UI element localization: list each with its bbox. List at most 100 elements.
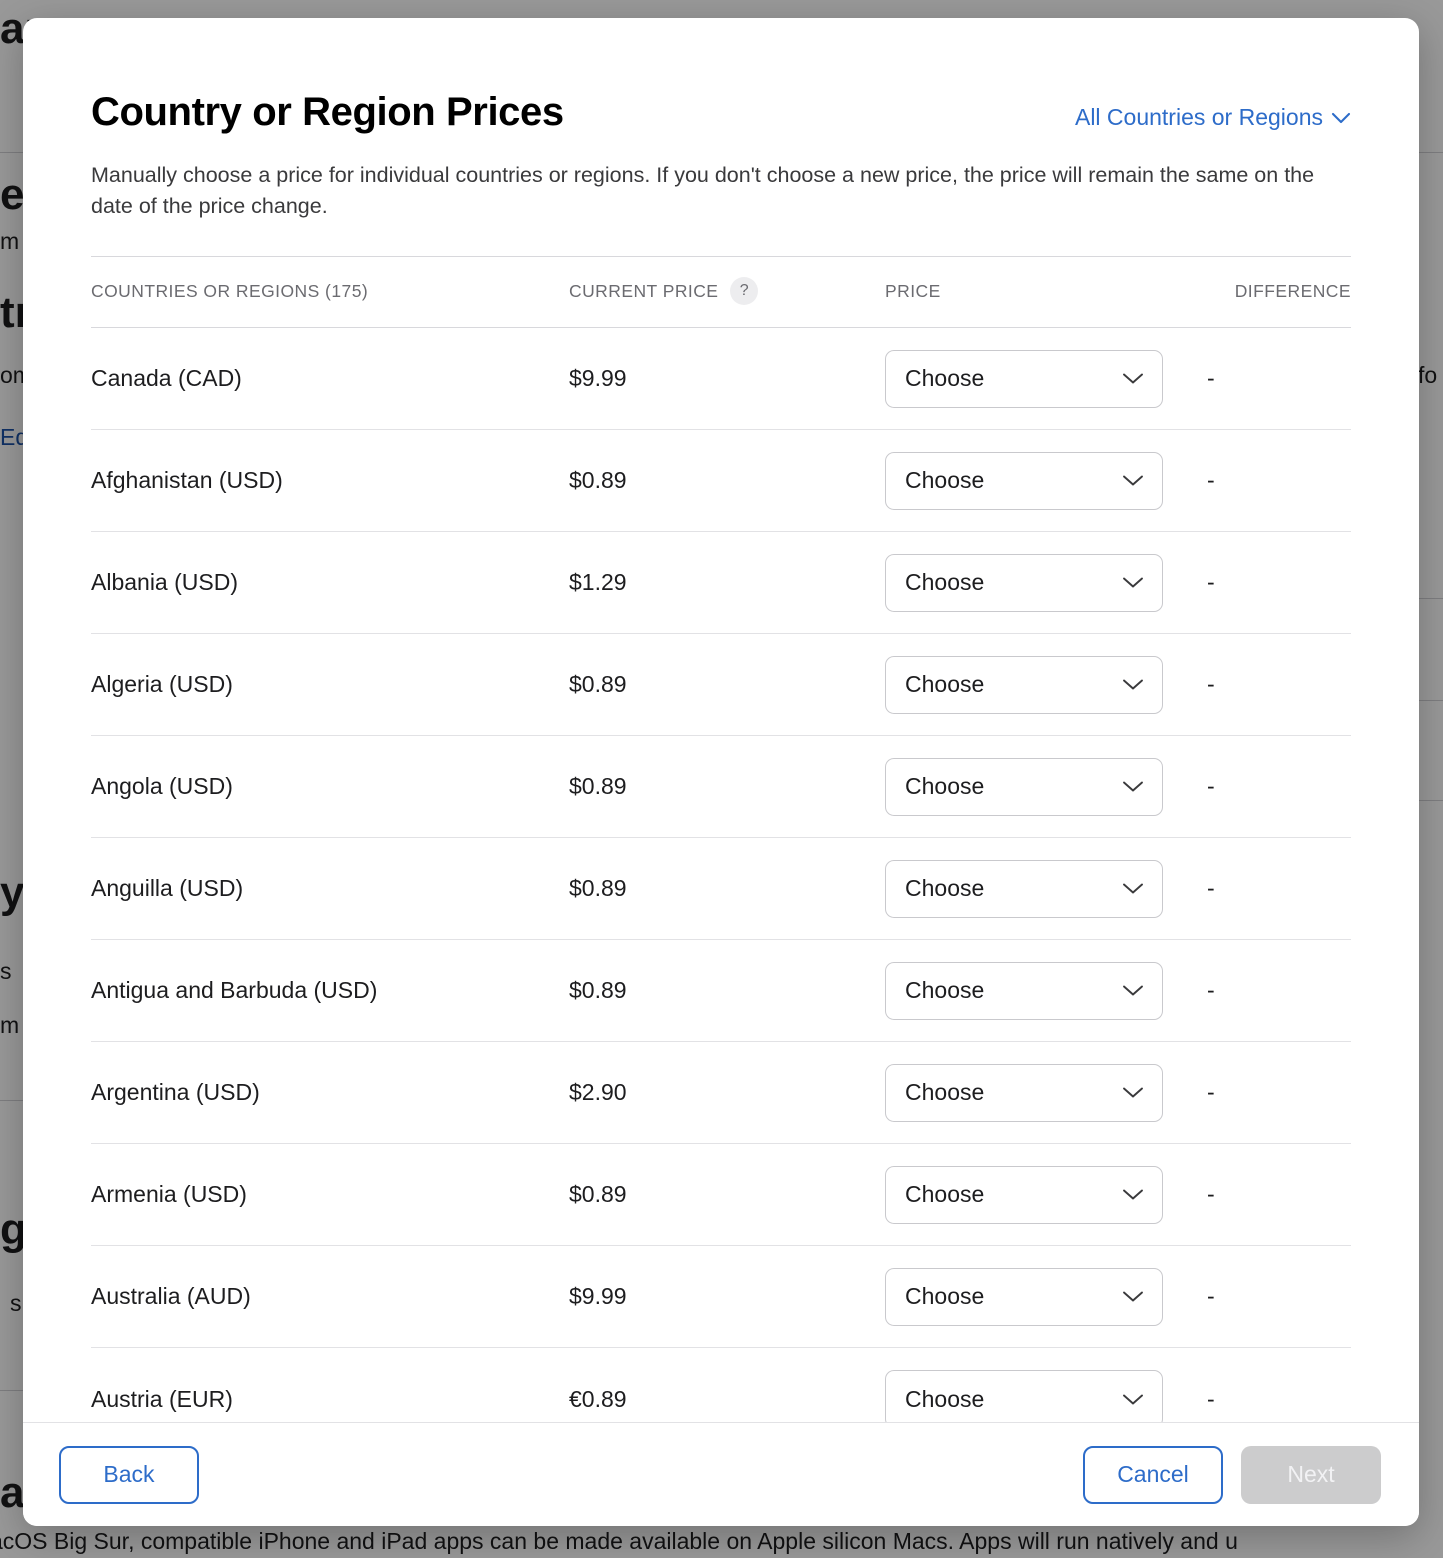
column-header-countries: COUNTRIES OR REGIONS (175) — [91, 257, 569, 328]
column-header-current-price: CURRENT PRICE ? — [569, 257, 885, 328]
price-select-value: Choose — [905, 875, 984, 902]
cell-difference: - — [1207, 838, 1351, 940]
chevron-down-icon — [1122, 984, 1144, 997]
cell-price-select: Choose — [885, 532, 1207, 634]
cell-price-select: Choose — [885, 430, 1207, 532]
column-header-price: PRICE — [885, 257, 1207, 328]
chevron-down-icon — [1122, 576, 1144, 589]
cell-price-select: Choose — [885, 328, 1207, 430]
back-button[interactable]: Back — [59, 1446, 199, 1504]
price-select[interactable]: Choose — [885, 1166, 1163, 1224]
cell-difference: - — [1207, 1348, 1351, 1422]
footer-actions: Cancel Next — [1083, 1446, 1381, 1504]
column-header-current-price-label: CURRENT PRICE — [569, 281, 718, 302]
chevron-down-icon — [1122, 678, 1144, 691]
cell-price-select: Choose — [885, 1348, 1207, 1422]
chevron-down-icon — [1122, 1188, 1144, 1201]
cell-difference: - — [1207, 328, 1351, 430]
table-row: Australia (AUD)$9.99 Choose - — [91, 1246, 1351, 1348]
chevron-down-icon — [1331, 112, 1351, 124]
price-select[interactable]: Choose — [885, 1370, 1163, 1422]
price-select-value: Choose — [905, 977, 984, 1004]
chevron-down-icon — [1122, 474, 1144, 487]
cell-difference: - — [1207, 430, 1351, 532]
country-region-prices-modal: Country or Region Prices All Countries o… — [23, 18, 1419, 1526]
price-select-value: Choose — [905, 1283, 984, 1310]
cell-current-price: $0.89 — [569, 430, 885, 532]
cell-difference: - — [1207, 1042, 1351, 1144]
cell-current-price: €0.89 — [569, 1348, 885, 1422]
cell-price-select: Choose — [885, 838, 1207, 940]
all-countries-or-regions-dropdown[interactable]: All Countries or Regions — [1075, 104, 1351, 131]
chevron-down-icon — [1122, 372, 1144, 385]
table-row: Argentina (USD)$2.90 Choose - — [91, 1042, 1351, 1144]
price-select[interactable]: Choose — [885, 554, 1163, 612]
column-header-price-label: PRICE — [885, 281, 941, 302]
price-select-value: Choose — [905, 569, 984, 596]
column-header-difference-label: DIFFERENCE — [1235, 281, 1351, 302]
price-select[interactable]: Choose — [885, 656, 1163, 714]
cell-current-price: $0.89 — [569, 940, 885, 1042]
table-row: Canada (CAD)$9.99 Choose - — [91, 328, 1351, 430]
cell-country: Austria (EUR) — [91, 1348, 569, 1422]
cell-price-select: Choose — [885, 1144, 1207, 1246]
cell-country: Canada (CAD) — [91, 328, 569, 430]
price-select[interactable]: Choose — [885, 860, 1163, 918]
cell-current-price: $0.89 — [569, 634, 885, 736]
chevron-down-icon — [1122, 882, 1144, 895]
price-select[interactable]: Choose — [885, 1268, 1163, 1326]
cell-country: Australia (AUD) — [91, 1246, 569, 1348]
help-icon[interactable]: ? — [730, 277, 758, 305]
cell-current-price: $9.99 — [569, 328, 885, 430]
cell-difference: - — [1207, 940, 1351, 1042]
cancel-button[interactable]: Cancel — [1083, 1446, 1223, 1504]
cell-country: Algeria (USD) — [91, 634, 569, 736]
cell-price-select: Choose — [885, 940, 1207, 1042]
page-title: Country or Region Prices — [91, 90, 564, 134]
cell-country: Argentina (USD) — [91, 1042, 569, 1144]
cell-country: Armenia (USD) — [91, 1144, 569, 1246]
cell-country: Albania (USD) — [91, 532, 569, 634]
table-row: Anguilla (USD)$0.89Choose- — [91, 838, 1351, 940]
cell-difference: - — [1207, 1246, 1351, 1348]
cell-current-price: $0.89 — [569, 736, 885, 838]
table-row: Angola (USD)$0.89Choose- — [91, 736, 1351, 838]
price-select-value: Choose — [905, 1181, 984, 1208]
modal-body: Country or Region Prices All Countries o… — [23, 18, 1419, 1422]
table-row: Antigua and Barbuda (USD)$0.89 Choose - — [91, 940, 1351, 1042]
cell-price-select: Choose — [885, 1042, 1207, 1144]
cell-current-price: $0.89 — [569, 1144, 885, 1246]
cell-difference: - — [1207, 532, 1351, 634]
price-select-value: Choose — [905, 773, 984, 800]
cell-country: Angola (USD) — [91, 736, 569, 838]
column-header-countries-label: COUNTRIES OR REGIONS (175) — [91, 281, 368, 302]
price-select[interactable]: Choose — [885, 350, 1163, 408]
price-select[interactable]: Choose — [885, 758, 1163, 816]
price-select[interactable]: Choose — [885, 452, 1163, 510]
cell-current-price: $2.90 — [569, 1042, 885, 1144]
cell-current-price: $0.89 — [569, 838, 885, 940]
next-button[interactable]: Next — [1241, 1446, 1381, 1504]
table-row: Albania (USD)$1.29Choose- — [91, 532, 1351, 634]
modal-description: Manually choose a price for individual c… — [91, 160, 1341, 222]
table-row: Algeria (USD)$0.89 Choose - — [91, 634, 1351, 736]
price-select-value: Choose — [905, 671, 984, 698]
cell-current-price: $9.99 — [569, 1246, 885, 1348]
chevron-down-icon — [1122, 1290, 1144, 1303]
price-select[interactable]: Choose — [885, 962, 1163, 1020]
price-select-value: Choose — [905, 467, 984, 494]
table-header-row: COUNTRIES OR REGIONS (175) CURRENT PRICE… — [91, 257, 1351, 328]
cell-price-select: Choose — [885, 1246, 1207, 1348]
country-prices-table: COUNTRIES OR REGIONS (175) CURRENT PRICE… — [91, 256, 1351, 1422]
cell-country: Antigua and Barbuda (USD) — [91, 940, 569, 1042]
table-header: COUNTRIES OR REGIONS (175) CURRENT PRICE… — [91, 257, 1351, 328]
cell-difference: - — [1207, 634, 1351, 736]
table-row: Armenia (USD)$0.89Choose- — [91, 1144, 1351, 1246]
cell-country: Afghanistan (USD) — [91, 430, 569, 532]
price-select[interactable]: Choose — [885, 1064, 1163, 1122]
table-body: Canada (CAD)$9.99Choose-Afghanistan (USD… — [91, 328, 1351, 1422]
price-select-value: Choose — [905, 1079, 984, 1106]
modal-footer: Back Cancel Next — [23, 1422, 1419, 1526]
chevron-down-icon — [1122, 1393, 1144, 1406]
price-select-value: Choose — [905, 365, 984, 392]
